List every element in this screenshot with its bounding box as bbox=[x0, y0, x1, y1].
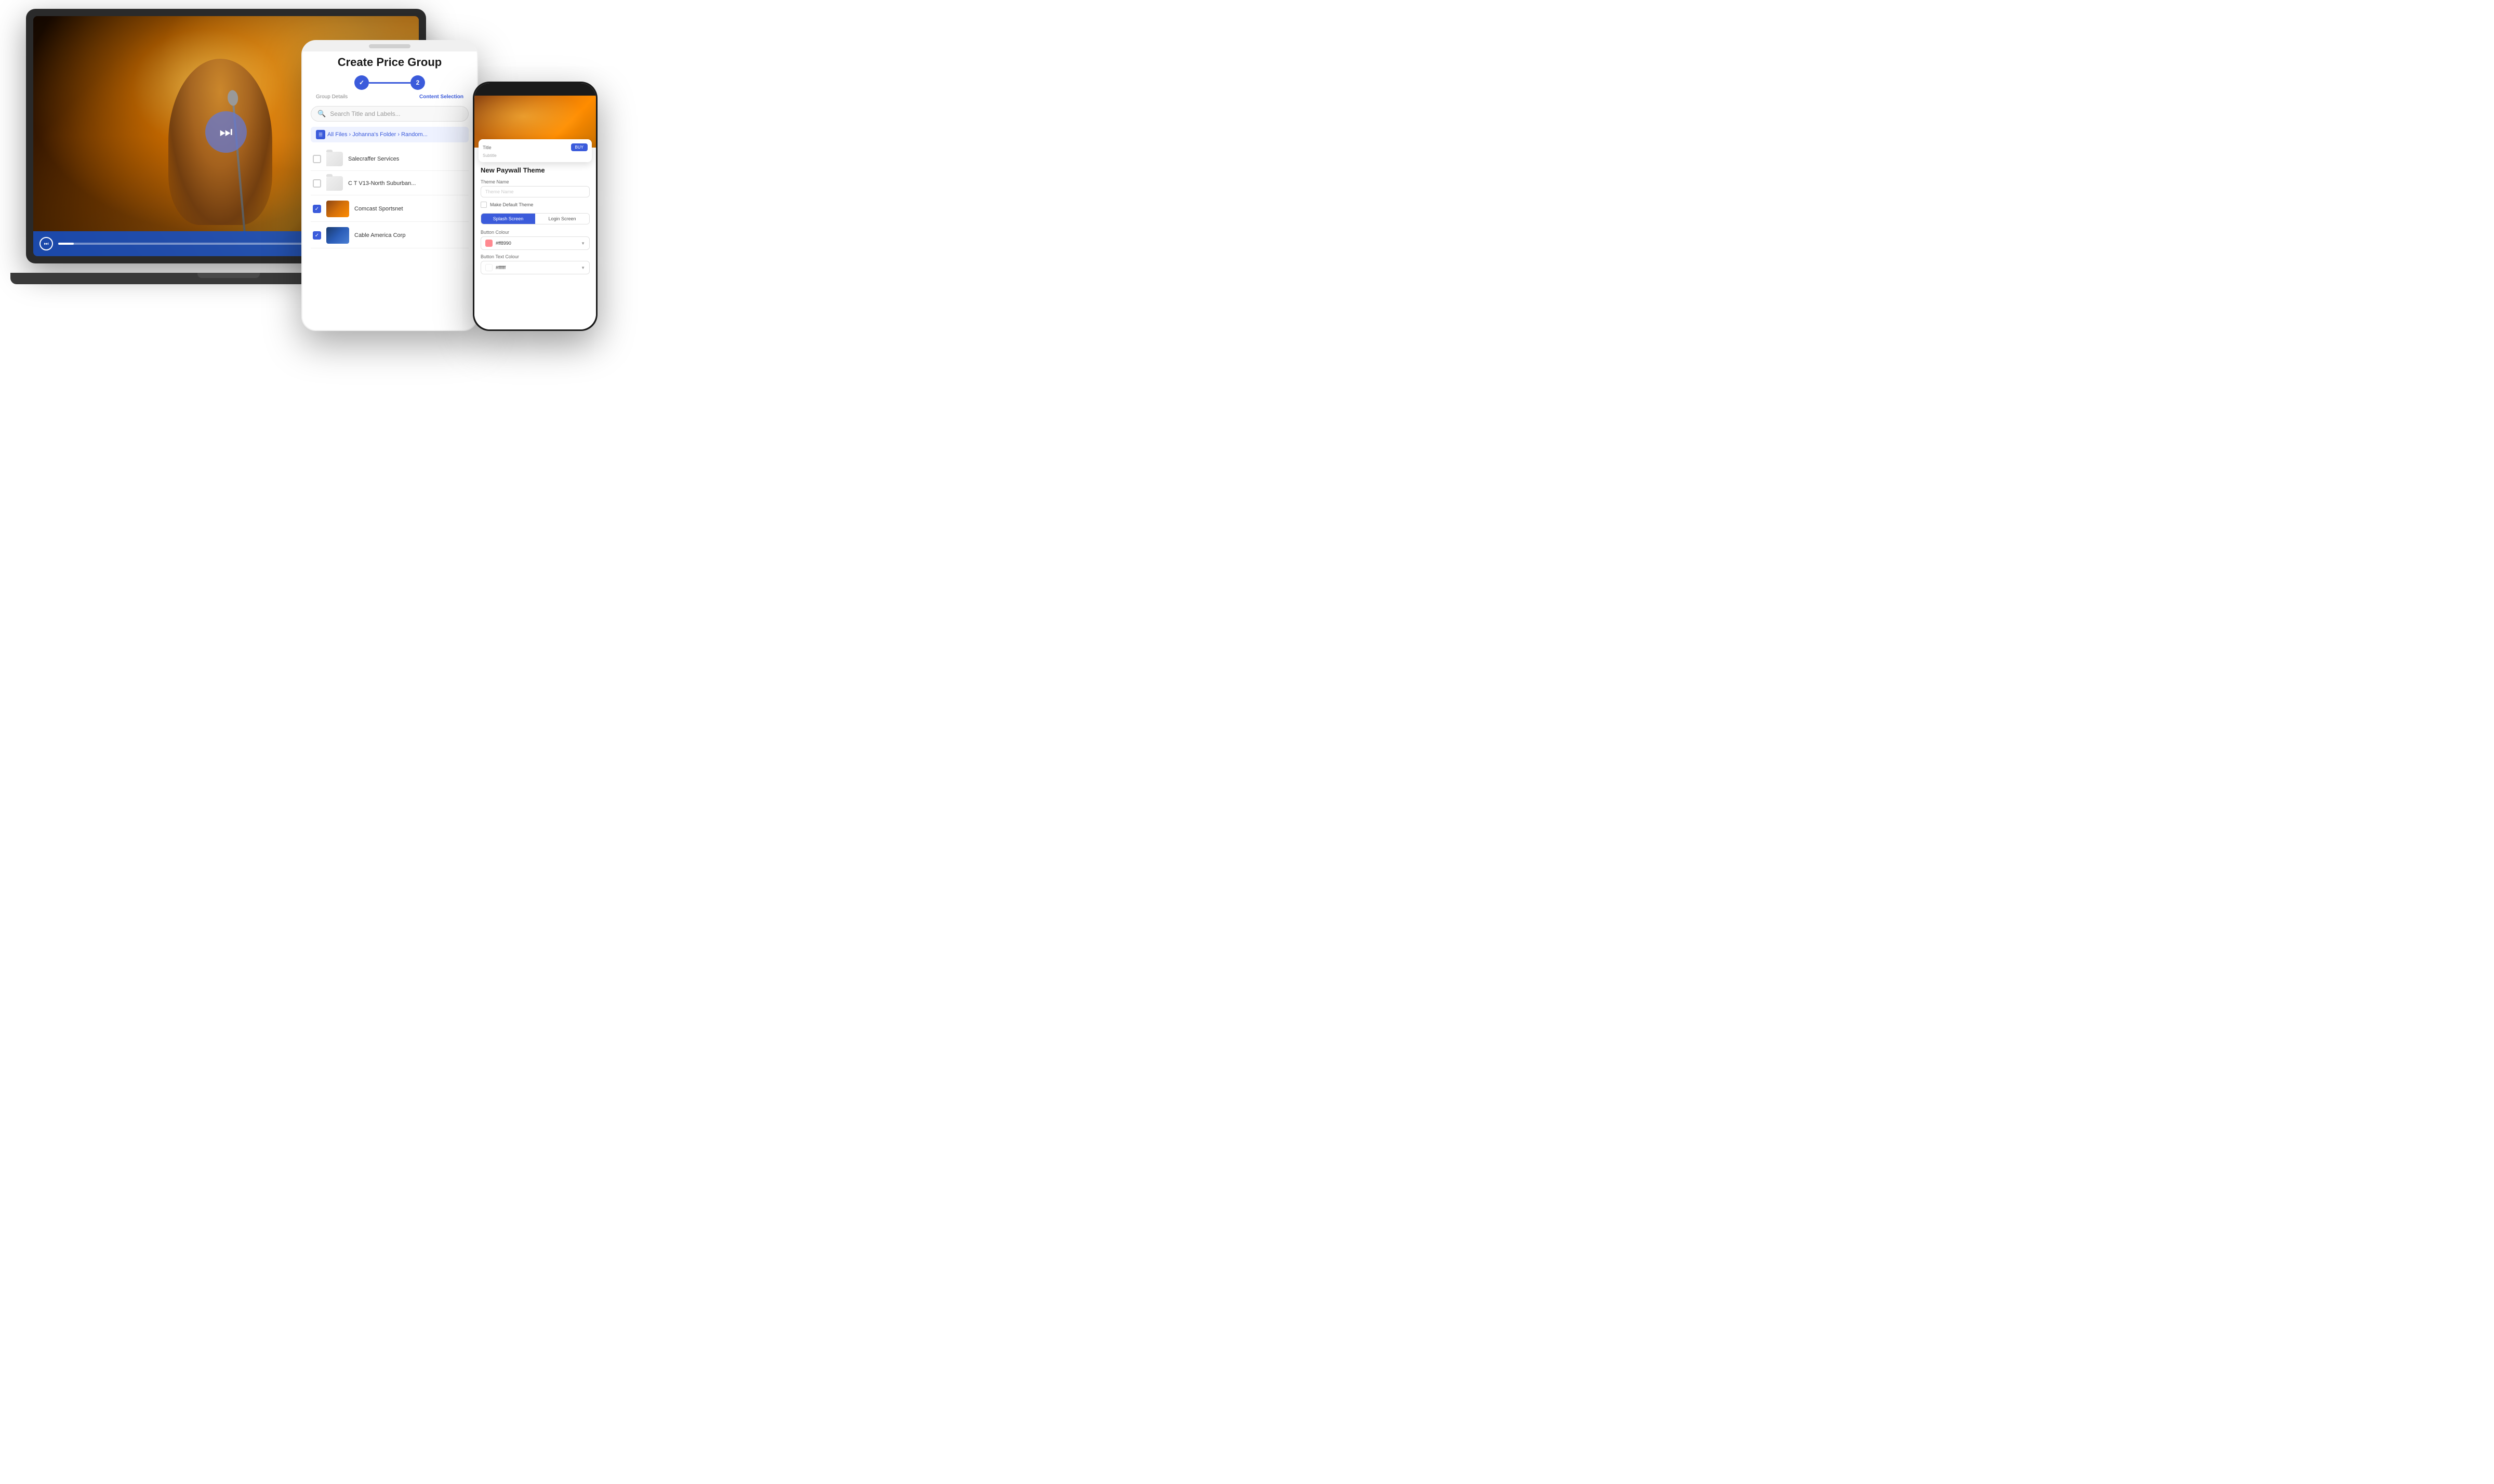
make-default-checkbox[interactable] bbox=[481, 202, 487, 208]
phone-device: Title BUY Subtitle New Paywall Theme The… bbox=[473, 82, 598, 331]
tab-splash-screen[interactable]: Splash Screen bbox=[481, 214, 535, 224]
button-colour-label: Button Colour bbox=[481, 230, 590, 235]
file-name-2: C T V13-North Suburban... bbox=[348, 180, 467, 187]
breadcrumb-text: All Files › Johanna's Folder › Random... bbox=[327, 131, 428, 138]
button-text-colour-swatch bbox=[485, 264, 493, 271]
list-item: Salecraffer Services bbox=[311, 148, 469, 171]
section-title: New Paywall Theme bbox=[481, 166, 590, 174]
button-text-colour-value: #ffffff bbox=[496, 265, 578, 270]
page-title: Create Price Group bbox=[311, 56, 469, 69]
folder-icon-2 bbox=[326, 176, 343, 191]
theme-name-input[interactable]: Theme Name bbox=[481, 186, 590, 197]
file-thumb-3 bbox=[326, 201, 349, 217]
make-default-label: Make Default Theme bbox=[490, 202, 533, 207]
tablet-notch bbox=[369, 44, 410, 48]
search-bar[interactable]: 🔍 Search Title and Labels... bbox=[311, 106, 469, 122]
file-checkbox-1[interactable] bbox=[313, 155, 321, 163]
chevron-down-icon-2: ▼ bbox=[581, 266, 585, 270]
buy-button[interactable]: BUY bbox=[571, 143, 588, 151]
search-icon: 🔍 bbox=[317, 110, 326, 118]
button-text-colour-select[interactable]: #ffffff ▼ bbox=[481, 261, 590, 274]
tablet-content: Create Price Group ✓ 2 Group Details Con… bbox=[302, 51, 477, 330]
list-item: ✓ Comcast Sportsnet bbox=[311, 196, 469, 222]
play-button[interactable]: ⏭ bbox=[39, 237, 53, 250]
paywall-card-row: Title BUY bbox=[483, 143, 588, 151]
tab-login-screen[interactable]: Login Screen bbox=[535, 214, 589, 224]
breadcrumb[interactable]: ☰ All Files › Johanna's Folder › Random.… bbox=[311, 127, 469, 142]
paywall-title: Title bbox=[483, 145, 492, 150]
phone-notch bbox=[517, 86, 553, 93]
step-1-label: Group Details bbox=[316, 94, 348, 100]
make-default-row: Make Default Theme bbox=[481, 202, 590, 208]
phone-inner: Title BUY Subtitle New Paywall Theme The… bbox=[474, 83, 596, 329]
step-2-label: Content Selection bbox=[419, 94, 463, 100]
file-checkbox-2[interactable] bbox=[313, 179, 321, 188]
paywall-theme-section: New Paywall Theme Theme Name Theme Name … bbox=[474, 162, 596, 329]
search-placeholder: Search Title and Labels... bbox=[330, 110, 400, 117]
file-name-1: Salecraffer Services bbox=[348, 156, 467, 162]
folder-icon: ☰ bbox=[316, 130, 325, 139]
wizard-stepper: ✓ 2 bbox=[311, 75, 469, 90]
play-overlay-button[interactable]: ⏭ bbox=[205, 111, 247, 153]
file-list: Salecraffer Services C T V13-North Subur… bbox=[311, 148, 469, 248]
main-scene: ⏭ ⏭ 0:15 🔊 ⏪ bbox=[26, 9, 598, 362]
tablet-inner: Create Price Group ✓ 2 Group Details Con… bbox=[302, 41, 477, 330]
button-colour-select[interactable]: #ff8990 ▼ bbox=[481, 236, 590, 250]
step-1-circle: ✓ bbox=[354, 75, 369, 90]
file-name-4: Cable America Corp bbox=[354, 232, 467, 239]
button-colour-value: #ff8990 bbox=[496, 241, 578, 246]
tablet-notch-bar bbox=[302, 41, 477, 51]
button-text-colour-label: Button Text Colour bbox=[481, 254, 590, 259]
file-name-3: Comcast Sportsnet bbox=[354, 206, 467, 212]
step-labels: Group Details Content Selection bbox=[311, 94, 469, 100]
folder-icon-1 bbox=[326, 152, 343, 166]
tablet-device: Create Price Group ✓ 2 Group Details Con… bbox=[301, 40, 478, 331]
chevron-down-icon: ▼ bbox=[581, 241, 585, 246]
button-colour-swatch bbox=[485, 240, 493, 247]
file-checkbox-3[interactable]: ✓ bbox=[313, 205, 321, 213]
theme-name-label: Theme Name bbox=[481, 179, 590, 184]
list-item: C T V13-North Suburban... bbox=[311, 172, 469, 195]
paywall-card: Title BUY Subtitle bbox=[479, 139, 592, 162]
screen-tabs: Splash Screen Login Screen bbox=[481, 213, 590, 224]
progress-fill bbox=[58, 243, 74, 245]
step-line bbox=[369, 82, 410, 84]
file-checkbox-4[interactable]: ✓ bbox=[313, 231, 321, 240]
paywall-subtitle: Subtitle bbox=[483, 153, 588, 158]
phone-content: Title BUY Subtitle New Paywall Theme The… bbox=[474, 96, 596, 329]
file-thumb-4 bbox=[326, 227, 349, 244]
list-item: ✓ Cable America Corp bbox=[311, 223, 469, 248]
phone-notch-area bbox=[474, 83, 596, 96]
step-2-circle: 2 bbox=[410, 75, 425, 90]
